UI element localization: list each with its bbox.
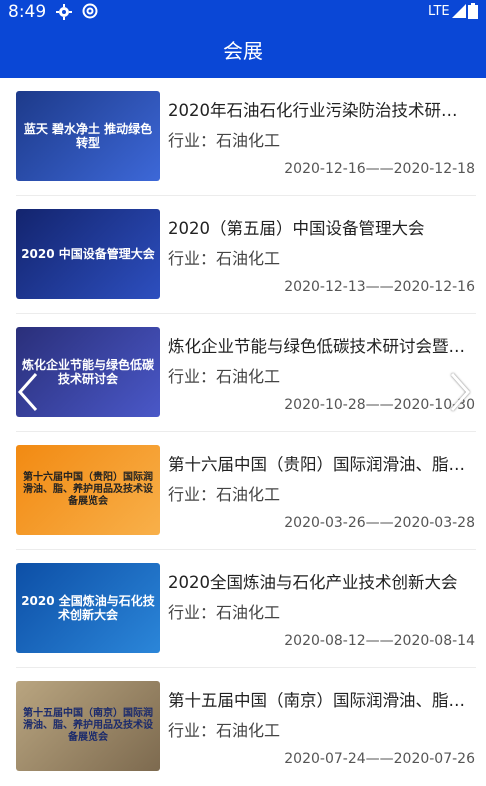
exhibition-title: 2020（第五届）中国设备管理大会 <box>168 219 425 238</box>
industry-label: 行业： <box>168 249 217 268</box>
exhibition-title: 第十五届中国（南京）国际润滑油、脂… <box>168 691 465 710</box>
industry-value: 石油化工 <box>216 485 281 504</box>
app-bar: 会展 <box>0 24 486 78</box>
industry-row: 行业：石油化工 <box>168 245 280 269</box>
thumbnail-text: 2020 全国炼油与石化技术创新大会 <box>21 593 155 622</box>
exhibition-thumbnail: 蓝天 碧水净土 推动绿色转型 <box>16 91 160 181</box>
date-range: 2020-03-26——2020-03-28 <box>284 515 475 531</box>
date-range: 2020-12-13——2020-12-16 <box>284 279 475 295</box>
industry-row: 行业：石油化工 <box>168 481 280 505</box>
list-item[interactable]: 2020 中国设备管理大会 2020（第五届）中国设备管理大会 行业：石油化工 … <box>0 196 486 314</box>
date-range: 2020-07-24——2020-07-26 <box>284 751 475 767</box>
chevron-left-icon[interactable] <box>16 370 40 414</box>
thumbnail-text: 蓝天 碧水净土 推动绿色转型 <box>23 121 153 150</box>
status-time: 8:49 <box>8 2 47 22</box>
industry-row: 行业：石油化工 <box>168 127 280 151</box>
industry-row: 行业：石油化工 <box>168 363 280 387</box>
exhibition-title: 2020年石油石化行业污染防治技术研讨… <box>168 101 473 120</box>
gear-icon <box>56 4 72 20</box>
industry-label: 行业： <box>168 131 217 150</box>
list-item[interactable]: 蓝天 碧水净土 推动绿色转型 2020年石油石化行业污染防治技术研讨… 行业：石… <box>0 78 486 196</box>
exhibition-title: 炼化企业节能与绿色低碳技术研讨会暨… <box>168 337 465 356</box>
battery-icon <box>468 3 478 19</box>
exhibition-thumbnail: 2020 全国炼油与石化技术创新大会 <box>16 563 160 653</box>
date-range: 2020-08-12——2020-08-14 <box>284 633 475 649</box>
exhibition-thumbnail: 2020 中国设备管理大会 <box>16 209 160 299</box>
industry-row: 行业：石油化工 <box>168 599 280 623</box>
industry-row: 行业：石油化工 <box>168 717 280 741</box>
exhibition-thumbnail: 第十六届中国（贵阳）国际润滑油、脂、养护用品及技术设备展览会 <box>16 445 160 535</box>
industry-value: 石油化工 <box>216 249 281 268</box>
industry-value: 石油化工 <box>216 721 281 740</box>
list-item[interactable]: 第十五届中国（南京）国际润滑油、脂、养护用品及技术设备展览会 第十五届中国（南京… <box>0 668 486 786</box>
list-item[interactable]: 第十六届中国（贵阳）国际润滑油、脂、养护用品及技术设备展览会 第十六届中国（贵阳… <box>0 432 486 550</box>
exhibition-title: 第十六届中国（贵阳）国际润滑油、脂… <box>168 455 465 474</box>
industry-value: 石油化工 <box>216 367 281 386</box>
network-type: LTE <box>428 4 450 19</box>
signal-icon <box>452 4 466 18</box>
thumbnail-text: 2020 中国设备管理大会 <box>21 246 155 261</box>
thumbnail-text: 第十五届中国（南京）国际润滑油、脂、养护用品及技术设备展览会 <box>23 708 153 743</box>
exhibition-thumbnail: 第十五届中国（南京）国际润滑油、脂、养护用品及技术设备展览会 <box>16 681 160 771</box>
industry-value: 石油化工 <box>216 131 281 150</box>
industry-value: 石油化工 <box>216 603 281 622</box>
exhibition-title: 2020全国炼油与石化产业技术创新大会 <box>168 573 458 592</box>
date-range: 2020-10-28——2020-10-30 <box>284 397 475 413</box>
date-range: 2020-12-16——2020-12-18 <box>284 161 475 177</box>
list-item[interactable]: 2020 全国炼油与石化技术创新大会 2020全国炼油与石化产业技术创新大会 行… <box>0 550 486 668</box>
industry-label: 行业： <box>168 721 217 740</box>
industry-label: 行业： <box>168 603 217 622</box>
industry-label: 行业： <box>168 485 217 504</box>
list-item[interactable]: 炼化企业节能与绿色低碳技术研讨会 炼化企业节能与绿色低碳技术研讨会暨… 行业：石… <box>0 314 486 432</box>
chevron-right-icon[interactable] <box>448 370 472 414</box>
thumbnail-text: 第十六届中国（贵阳）国际润滑油、脂、养护用品及技术设备展览会 <box>23 472 153 507</box>
status-bar: 8:49 LTE <box>0 0 486 24</box>
industry-label: 行业： <box>168 367 217 386</box>
at-icon <box>82 3 98 19</box>
page-title: 会展 <box>223 39 263 63</box>
